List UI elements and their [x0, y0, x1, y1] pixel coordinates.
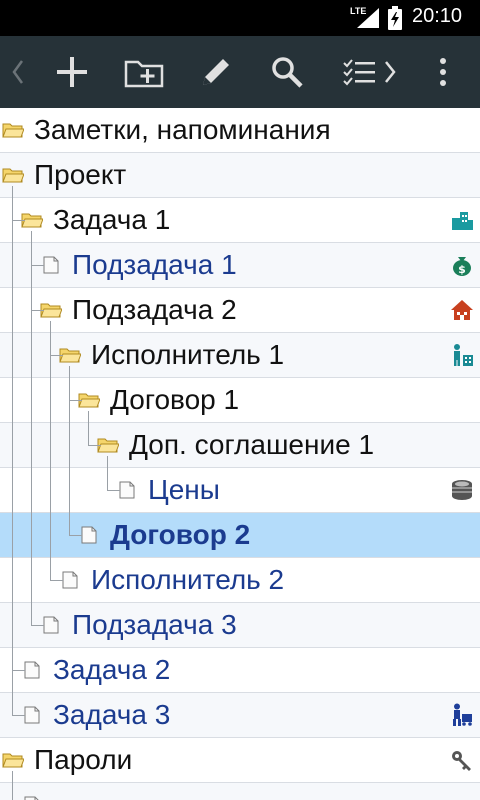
- money-bag-icon: $: [453, 257, 471, 276]
- tree-row[interactable]: Задача 3: [0, 693, 480, 738]
- tree-row[interactable]: Исполнитель 1: [0, 333, 480, 378]
- tree-row[interactable]: Пароли: [0, 738, 480, 783]
- tree-connector: [12, 771, 13, 800]
- plus-icon: [57, 57, 87, 87]
- note-icon: [24, 796, 39, 800]
- tree-item-label: Заметки, напоминания: [34, 114, 331, 145]
- folder-icon: [2, 753, 24, 768]
- tree-item-label: Подзадача 3: [72, 609, 237, 640]
- tree-connector: [88, 411, 89, 445]
- tree-connector: [69, 366, 70, 535]
- clock: 20:10: [412, 5, 463, 27]
- buildings-icon: [452, 212, 473, 230]
- delivery-icon: [453, 703, 472, 726]
- worker-icon: [454, 344, 473, 366]
- key-icon: [452, 751, 471, 771]
- tree-item-label: Задача 1: [53, 204, 171, 235]
- tree-row[interactable]: Доп. соглашение 1: [0, 423, 480, 468]
- tree-connector: [31, 265, 44, 266]
- tree-connector: [31, 625, 44, 626]
- notes-tree: Заметки, напоминания Проект Задача 1 Подзад…: [0, 108, 480, 800]
- coins-icon: [452, 480, 472, 500]
- tree-connector: [12, 715, 25, 716]
- tree-item-label: Цены: [148, 474, 220, 505]
- checklist-button[interactable]: [338, 36, 402, 108]
- chevron-left-icon: [12, 60, 24, 84]
- tree-row[interactable]: [0, 783, 480, 800]
- battery-charging-icon: [388, 6, 402, 30]
- toolbar: [0, 36, 480, 108]
- tree-item-label: Подзадача 2: [72, 294, 237, 325]
- tree-row[interactable]: Заметки, напоминания: [0, 108, 480, 153]
- tree-row[interactable]: Подзадача 1 $: [0, 243, 480, 288]
- tree-connector: [69, 400, 82, 401]
- tree-item-label: Договор 2: [110, 519, 251, 550]
- tree-item-label: Договор 1: [110, 384, 240, 415]
- tree-row[interactable]: Исполнитель 2: [0, 558, 480, 603]
- tree-row[interactable]: Задача 1: [0, 198, 480, 243]
- tree-row[interactable]: Подзадача 3: [0, 603, 480, 648]
- tree-connector: [12, 220, 25, 221]
- tree-item-label: Исполнитель 1: [91, 339, 285, 370]
- tree-connector: [69, 535, 82, 536]
- checklist-chevron-icon: [343, 59, 396, 86]
- tree-connector: [12, 670, 25, 671]
- tree-item-label: Проект: [34, 159, 127, 190]
- tree-connector: [107, 456, 108, 490]
- tree-item-label: Доп. соглашение 1: [129, 429, 375, 460]
- tree-row[interactable]: Подзадача 2: [0, 288, 480, 333]
- edit-button[interactable]: [194, 36, 238, 108]
- tree-connector: [50, 321, 51, 580]
- tree-item-label: Пароли: [34, 744, 133, 775]
- folder-icon: [2, 168, 24, 183]
- tree-row[interactable]: Проект: [0, 153, 480, 198]
- signal-icon: [357, 8, 379, 28]
- tree-connector: [50, 580, 63, 581]
- back-button[interactable]: [0, 36, 36, 108]
- status-bar: LTE 20:10: [0, 0, 480, 36]
- svg-text:$: $: [458, 263, 466, 276]
- tree-connector: [12, 186, 13, 715]
- tree-item-label: Задача 3: [53, 699, 171, 730]
- add-folder-button[interactable]: [120, 36, 168, 108]
- tree-connector: [50, 355, 63, 356]
- pencil-icon: [203, 59, 229, 85]
- tree-connector: [31, 231, 32, 625]
- add-note-button[interactable]: [50, 36, 94, 108]
- tree-row[interactable]: Задача 2: [0, 648, 480, 693]
- tree-connector: [31, 310, 44, 311]
- more-vert-icon: [440, 58, 446, 86]
- house-icon: [451, 300, 473, 320]
- tree-item-label: Подзадача 1: [72, 249, 237, 280]
- tree-connector: [107, 490, 120, 491]
- tree-item-label: Задача 2: [53, 654, 171, 685]
- tree-row[interactable]: Цены: [0, 468, 480, 513]
- folder-icon: [2, 123, 24, 138]
- tree-connector: [88, 445, 101, 446]
- search-button[interactable]: [264, 36, 310, 108]
- overflow-menu-button[interactable]: [428, 36, 458, 108]
- folder-plus-icon: [124, 60, 164, 88]
- search-icon: [272, 57, 303, 88]
- tree-item-label: Исполнитель 2: [91, 564, 285, 595]
